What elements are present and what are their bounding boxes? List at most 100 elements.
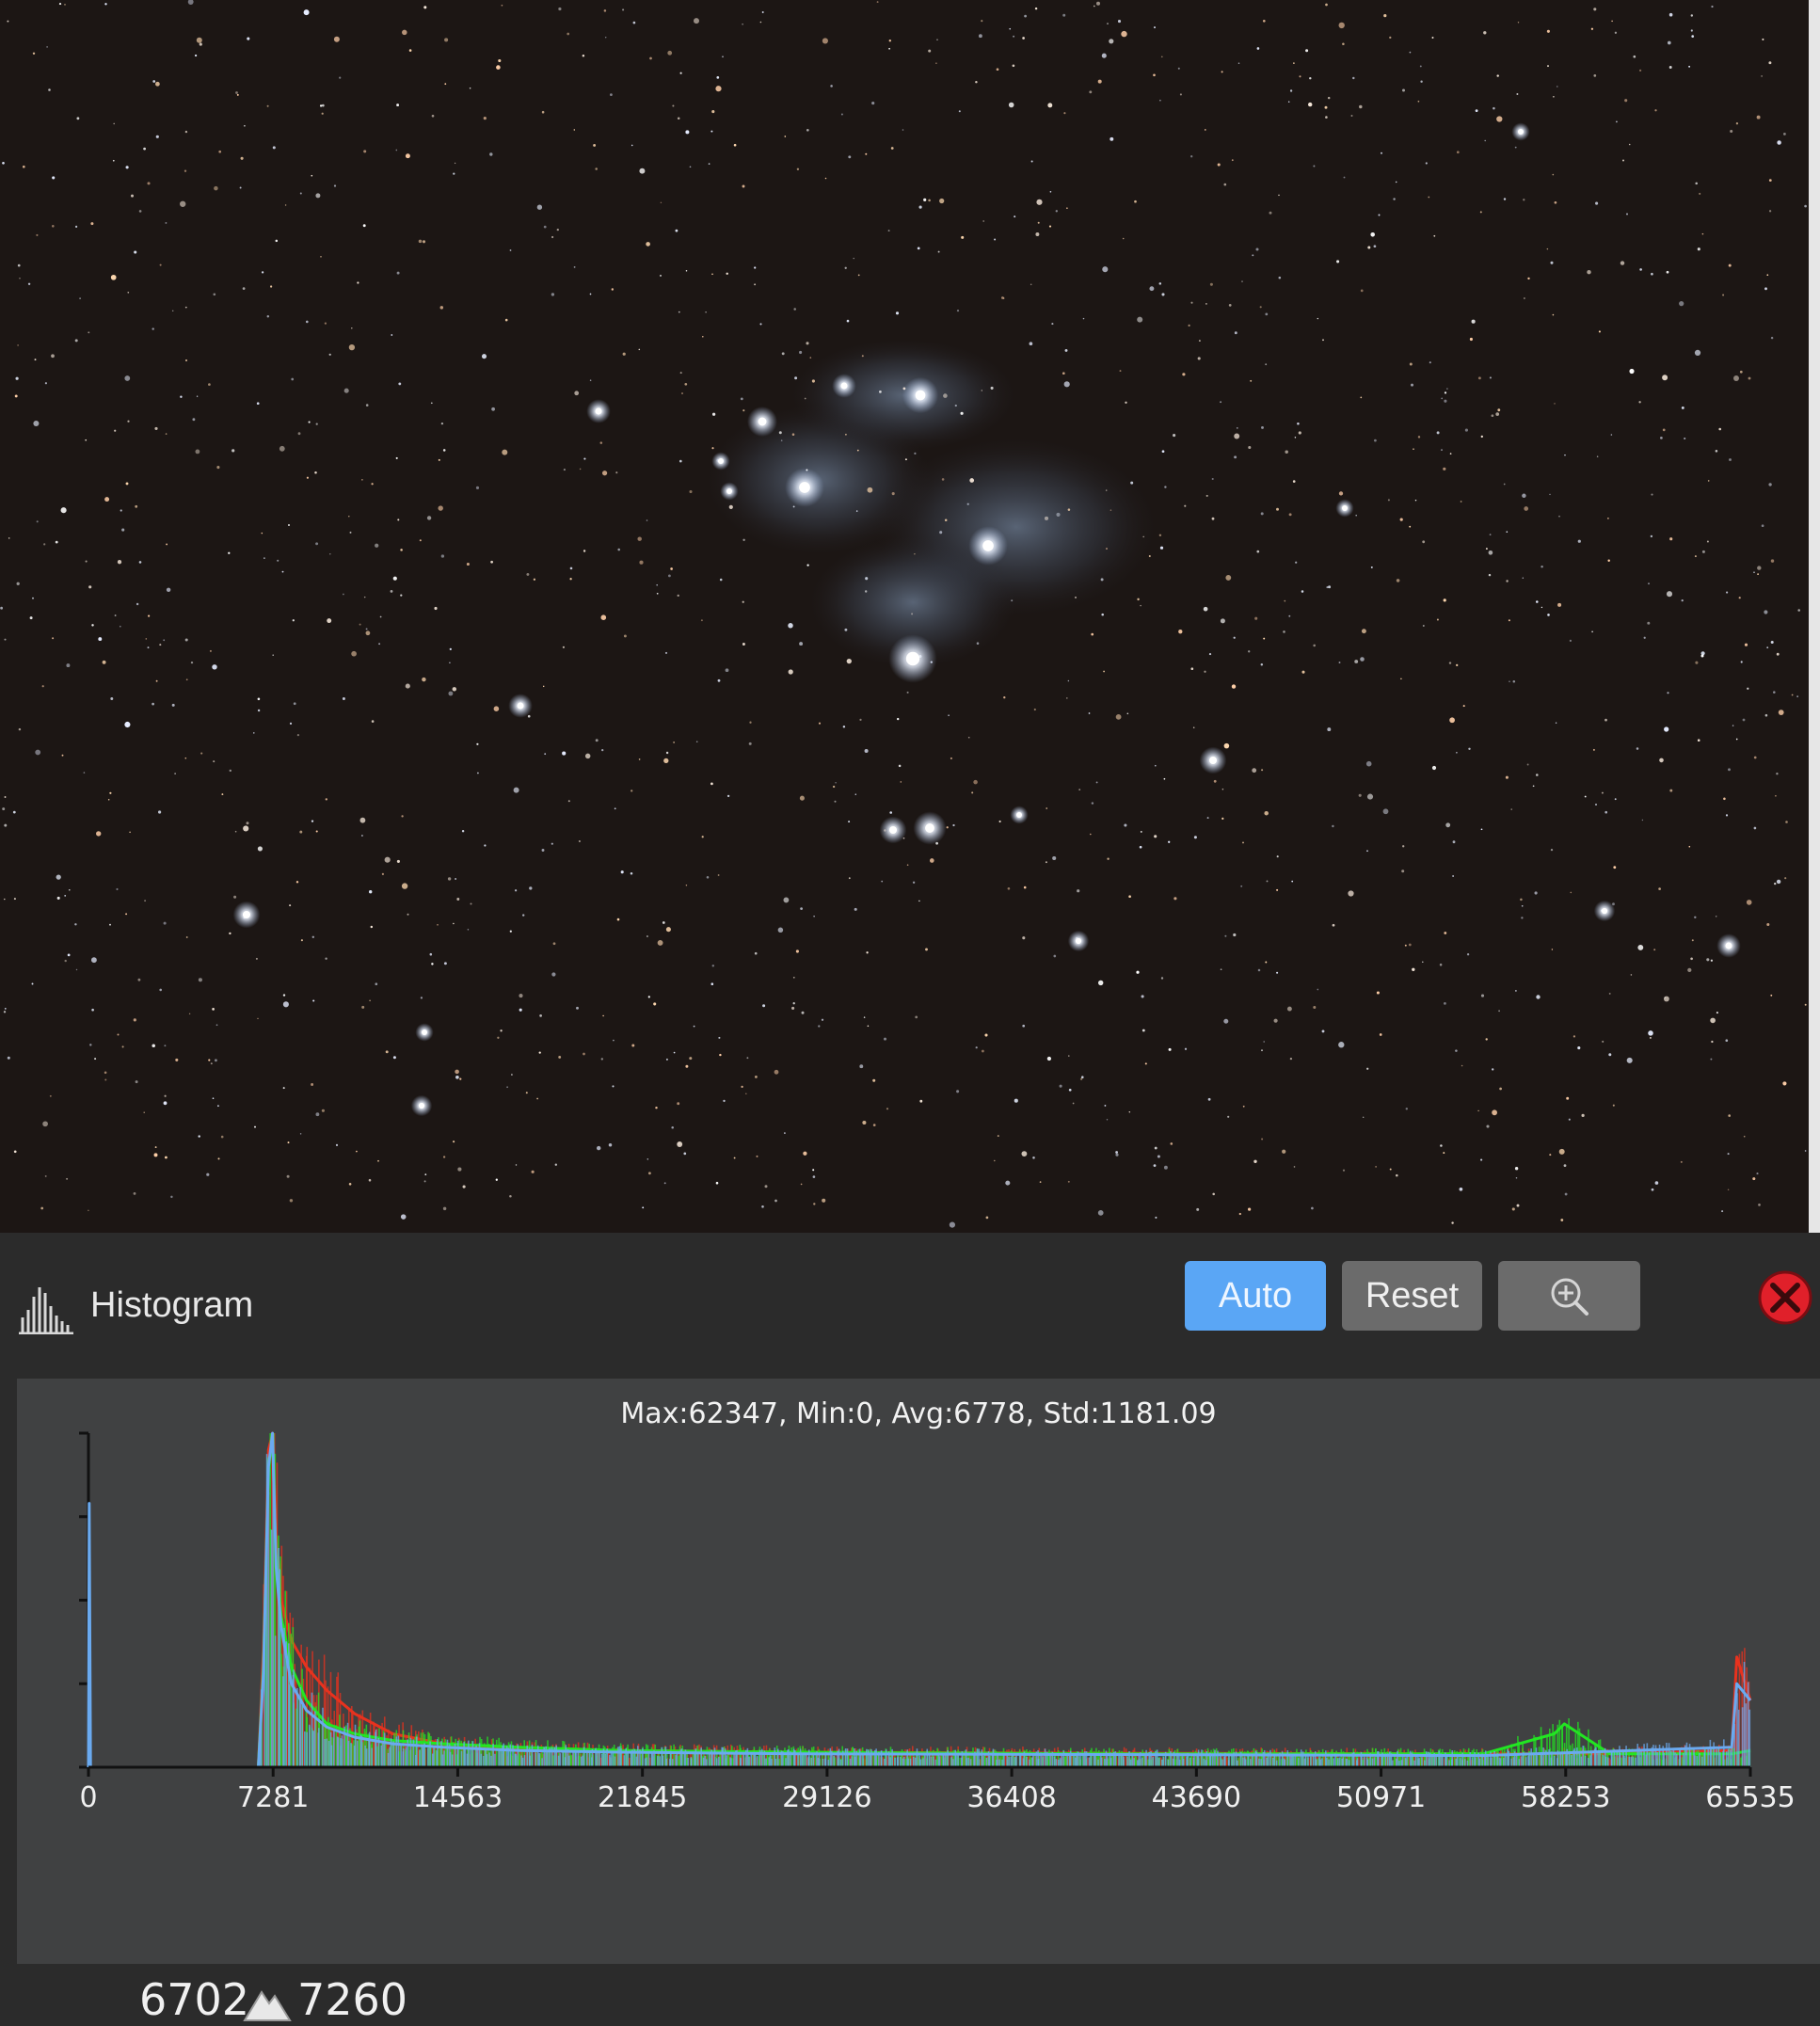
zoom-in-button[interactable] — [1498, 1261, 1640, 1331]
histogram-chart: 0 7281 14563 21845 29126 36408 43690 50971 58253… — [79, 1431, 1796, 1814]
star — [1742, 718, 1746, 722]
star — [124, 721, 131, 728]
star — [998, 820, 1001, 823]
bright-star — [517, 702, 524, 710]
star — [378, 643, 381, 646]
star — [1208, 653, 1212, 656]
star — [1294, 437, 1297, 439]
star — [2, 807, 6, 811]
star — [110, 697, 114, 700]
star — [514, 889, 518, 892]
star — [66, 1177, 69, 1180]
star — [422, 677, 426, 682]
star — [1160, 56, 1163, 58]
star — [722, 56, 724, 58]
star — [656, 583, 658, 586]
star — [1095, 1, 1101, 6]
star — [343, 593, 344, 596]
close-icon[interactable] — [1757, 1269, 1813, 1326]
star — [289, 1199, 294, 1203]
star — [861, 355, 864, 358]
star — [1694, 349, 1701, 357]
star — [1079, 1077, 1083, 1080]
star — [133, 1018, 136, 1022]
star — [1106, 1119, 1109, 1121]
star — [689, 489, 693, 494]
star — [163, 921, 167, 925]
star — [483, 117, 487, 120]
star — [85, 439, 88, 441]
star — [1711, 5, 1714, 8]
star — [804, 397, 806, 400]
bright-star — [242, 910, 251, 919]
star — [308, 421, 311, 423]
star — [1101, 613, 1104, 616]
star — [41, 685, 44, 688]
star — [615, 471, 618, 474]
star — [660, 274, 662, 277]
star — [1510, 808, 1512, 810]
star — [1512, 679, 1516, 683]
star — [444, 38, 449, 42]
star — [1164, 486, 1167, 488]
star — [1001, 296, 1004, 299]
star — [1044, 516, 1049, 520]
auto-button[interactable]: Auto — [1185, 1261, 1326, 1331]
star — [212, 1008, 215, 1011]
star — [1220, 968, 1222, 971]
star — [209, 649, 212, 652]
star — [835, 781, 837, 784]
reset-button[interactable]: Reset — [1342, 1261, 1482, 1331]
star — [539, 1014, 542, 1017]
star — [0, 606, 4, 610]
star — [982, 220, 985, 222]
star — [361, 479, 363, 481]
star — [1342, 1169, 1346, 1172]
star — [395, 149, 398, 152]
star — [184, 306, 187, 309]
bright-star — [418, 1102, 425, 1109]
star — [500, 1029, 503, 1032]
star — [742, 538, 745, 542]
star — [1456, 751, 1458, 754]
star — [562, 751, 567, 756]
star — [43, 543, 46, 546]
star — [1250, 379, 1253, 382]
star — [583, 1052, 585, 1056]
star — [1287, 101, 1290, 103]
star — [1522, 577, 1525, 579]
star — [117, 1033, 120, 1036]
star — [1493, 106, 1495, 110]
star — [134, 250, 137, 254]
star — [906, 864, 909, 867]
star — [1233, 933, 1237, 937]
star — [1276, 507, 1279, 511]
star — [961, 235, 965, 239]
star — [1602, 1040, 1604, 1043]
star — [1136, 970, 1140, 974]
star — [1776, 773, 1779, 775]
star — [541, 849, 545, 852]
star — [800, 907, 803, 910]
star — [1728, 263, 1732, 267]
star — [631, 144, 633, 147]
star — [1254, 616, 1258, 620]
star — [1444, 932, 1447, 934]
star — [536, 1097, 538, 1100]
star — [1595, 804, 1597, 806]
star — [1066, 697, 1068, 699]
star — [1231, 159, 1234, 162]
star — [1536, 995, 1541, 999]
star — [1022, 1024, 1026, 1028]
star — [1738, 597, 1741, 599]
star — [1730, 129, 1733, 134]
star — [1564, 1192, 1568, 1196]
star — [1422, 961, 1424, 964]
star — [90, 957, 97, 964]
star — [923, 198, 927, 201]
star — [1628, 143, 1631, 146]
star — [1402, 88, 1405, 92]
star — [1077, 889, 1080, 893]
star — [396, 104, 400, 107]
star — [289, 722, 293, 725]
